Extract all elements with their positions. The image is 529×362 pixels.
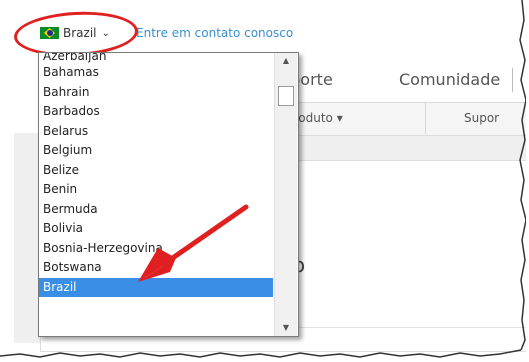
page-background: to uporte Comunidade produto ▾ Supor Bra… xyxy=(0,0,529,362)
country-option-bahamas[interactable]: Bahamas xyxy=(39,63,273,83)
country-options: Azerbaijan Bahamas Bahrain Barbados Bela… xyxy=(39,53,273,297)
dropdown-scrollbar[interactable]: ▲ ▼ xyxy=(274,53,297,336)
sub-nav: produto ▾ Supor xyxy=(280,102,529,136)
country-option-bermuda[interactable]: Bermuda xyxy=(39,200,273,220)
chevron-down-icon: ▾ xyxy=(332,111,343,125)
triangle-up-icon[interactable]: ▲ xyxy=(275,53,297,69)
triangle-down-icon[interactable]: ▼ xyxy=(275,320,297,336)
country-option-bosnia-herzegovina[interactable]: Bosnia-Herzegovina xyxy=(39,239,273,259)
sub-nav-item-suporte[interactable]: Supor xyxy=(464,111,499,125)
main-nav: uporte Comunidade xyxy=(280,68,529,102)
country-option-belgium[interactable]: Belgium xyxy=(39,141,273,161)
sub-nav-divider xyxy=(425,102,426,134)
country-option-bolivia[interactable]: Bolivia xyxy=(39,219,273,239)
country-option-benin[interactable]: Benin xyxy=(39,180,273,200)
country-option-belize[interactable]: Belize xyxy=(39,161,273,181)
country-option-azerbaijan[interactable]: Azerbaijan xyxy=(39,53,273,63)
scrollbar-thumb[interactable] xyxy=(278,86,294,106)
country-option-bahrain[interactable]: Bahrain xyxy=(39,83,273,103)
country-option-brazil[interactable]: Brazil xyxy=(39,277,273,297)
contact-us-link[interactable]: Entre em contato conosco xyxy=(136,26,293,40)
country-option-botswana[interactable]: Botswana xyxy=(39,258,273,278)
nav-divider xyxy=(512,68,513,92)
country-option-barbados[interactable]: Barbados xyxy=(39,102,273,122)
country-option-belarus[interactable]: Belarus xyxy=(39,122,273,142)
nav-item-comunidade[interactable]: Comunidade xyxy=(399,70,500,89)
country-dropdown-list[interactable]: Azerbaijan Bahamas Bahrain Barbados Bela… xyxy=(38,52,299,337)
